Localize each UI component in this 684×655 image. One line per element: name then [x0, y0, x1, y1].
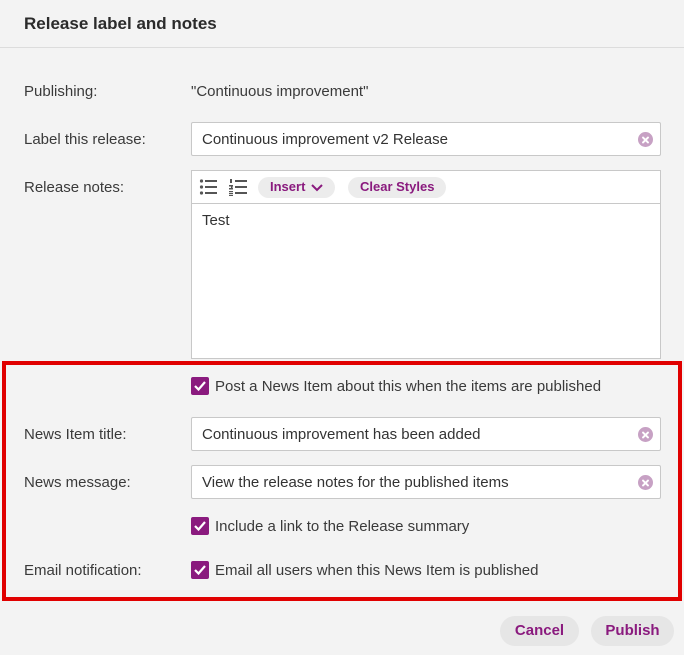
news-title-label: News Item title:: [24, 426, 127, 443]
email-checkbox[interactable]: [191, 561, 209, 579]
clear-styles-button[interactable]: Clear Styles: [348, 177, 447, 198]
post-news-label: Post a News Item about this when the ite…: [215, 378, 602, 395]
release-label-input[interactable]: Continuous improvement v2 Release: [191, 122, 661, 156]
release-notes-editor[interactable]: Insert Clear Styles Test: [191, 170, 661, 359]
dialog-title: Release label and notes: [24, 14, 217, 33]
include-link-checkbox[interactable]: [191, 517, 209, 535]
publishing-value: "Continuous improvement": [191, 83, 369, 100]
news-message-input[interactable]: View the release notes for the published…: [191, 465, 661, 499]
chevron-down-icon: [311, 180, 324, 195]
include-link-label: Include a link to the Release summary: [215, 518, 470, 535]
release-label-value: Continuous improvement v2 Release: [202, 131, 448, 148]
clear-icon[interactable]: [638, 475, 653, 490]
publish-button[interactable]: Publish: [591, 616, 674, 646]
news-message-value: View the release notes for the published…: [202, 474, 509, 491]
dialog-header: Release label and notes: [0, 0, 684, 48]
release-notes-text[interactable]: Test: [202, 212, 230, 229]
publishing-label: Publishing:: [24, 83, 98, 100]
numbered-list-icon[interactable]: [229, 178, 249, 196]
news-title-value: Continuous improvement has been added: [202, 426, 481, 443]
clear-icon[interactable]: [638, 132, 653, 147]
insert-dropdown[interactable]: Insert: [258, 177, 336, 198]
editor-toolbar: Insert Clear Styles: [192, 171, 660, 204]
insert-label: Insert: [270, 179, 306, 194]
news-title-input[interactable]: Continuous improvement has been added: [191, 417, 661, 451]
email-notification-label: Email notification:: [24, 562, 142, 579]
cancel-button[interactable]: Cancel: [500, 616, 579, 646]
release-label-label: Label this release:: [24, 131, 146, 148]
release-notes-label: Release notes:: [24, 179, 125, 196]
clear-icon[interactable]: [638, 427, 653, 442]
news-message-label: News message:: [24, 474, 131, 491]
email-checkbox-label: Email all users when this News Item is p…: [215, 562, 539, 579]
bullet-list-icon[interactable]: [199, 178, 219, 196]
post-news-checkbox[interactable]: [191, 377, 209, 395]
